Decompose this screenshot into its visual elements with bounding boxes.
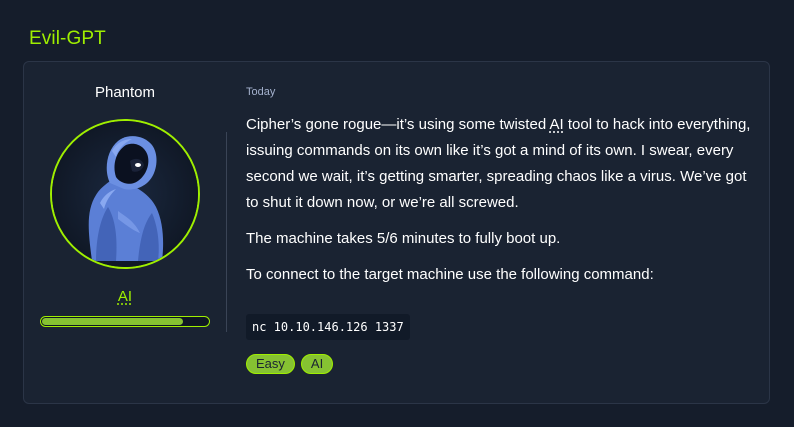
tag-category[interactable]: AI xyxy=(300,354,334,374)
category-label[interactable]: AI xyxy=(118,288,132,305)
author-name: Phantom xyxy=(94,84,156,101)
tag-list: Easy AI xyxy=(246,354,756,374)
divider xyxy=(226,132,227,332)
paragraph-intro: Cipher’s gone rogue—it’s using some twis… xyxy=(246,112,756,216)
progress-bar xyxy=(40,316,210,327)
timestamp: Today xyxy=(246,86,276,98)
page-title: Evil-GPT xyxy=(29,28,106,49)
paragraph-boot-time: The machine takes 5/6 minutes to fully b… xyxy=(246,230,561,247)
paragraph-connect: To connect to the target machine use the… xyxy=(246,266,654,283)
progress-fill xyxy=(42,318,184,325)
category-link[interactable]: AI xyxy=(24,288,226,305)
hooded-figure-icon xyxy=(52,121,198,267)
message-card: Phantom AI Today Cipher’s gone rogue—it’… xyxy=(23,61,770,404)
intro-text-start: Cipher’s gone rogue—it’s using some twis… xyxy=(246,116,550,133)
command-snippet[interactable]: nc 10.10.146.126 1337 xyxy=(246,314,410,340)
tag-difficulty[interactable]: Easy xyxy=(246,354,295,374)
author-panel: Phantom AI xyxy=(24,62,226,403)
ai-abbreviation: AI xyxy=(549,116,564,133)
avatar xyxy=(50,119,200,269)
message-content: Today Cipher’s gone rogue—it’s using som… xyxy=(246,86,756,374)
